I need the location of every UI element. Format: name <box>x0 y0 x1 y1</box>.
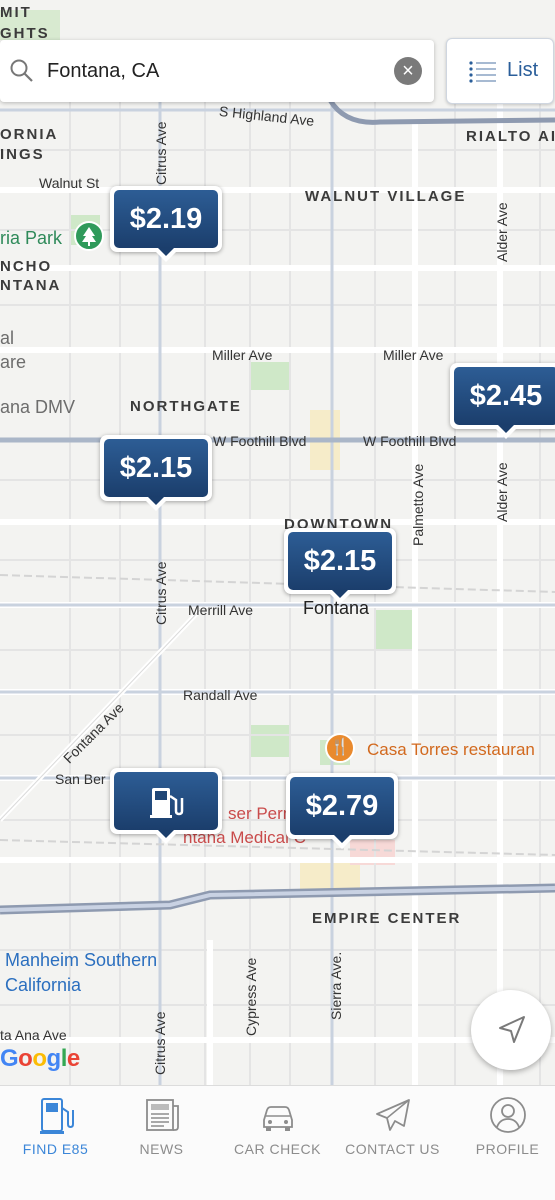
street-label-ta-ana: ta Ana Ave <box>0 1027 67 1043</box>
price-marker[interactable]: $2.19 <box>110 186 222 262</box>
place-ana-dmv[interactable]: ana DMV <box>0 397 75 418</box>
tab-profile[interactable]: PROFILE <box>452 1086 555 1200</box>
area-label-mit: MIT <box>0 4 32 21</box>
close-icon: × <box>402 60 414 82</box>
profile-icon <box>490 1097 526 1133</box>
price-label: $2.45 <box>454 367 555 425</box>
google-logo: Google <box>0 1045 80 1073</box>
car-icon <box>263 1106 293 1131</box>
park-pin-icon[interactable] <box>74 221 104 251</box>
list-view-button[interactable]: List <box>446 38 554 104</box>
street-label-citrus-top: Citrus Ave <box>153 121 169 185</box>
list-button-label: List <box>507 59 539 81</box>
street-label-randall: Randall Ave <box>183 687 258 703</box>
tab-find-e85[interactable]: FIND E85 <box>0 1086 111 1200</box>
street-label-cypress: Cypress Ave <box>243 957 259 1036</box>
navigation-arrow-icon <box>499 1016 525 1043</box>
area-label-walnut-village: WALNUT VILLAGE <box>305 188 467 205</box>
area-label-ncho: NCHO <box>0 258 53 275</box>
fuel-pump-icon <box>114 772 218 830</box>
street-label-miller-2: Miller Ave <box>383 347 444 363</box>
place-ria-park[interactable]: ria Park <box>0 228 62 249</box>
newspaper-icon <box>146 1099 179 1131</box>
tab-news[interactable]: NEWS <box>106 1086 217 1200</box>
tab-label: PROFILE <box>475 1141 540 1157</box>
search-input[interactable]: Fontana, CA <box>47 60 159 83</box>
tab-label: NEWS <box>139 1141 184 1157</box>
search-bar[interactable]: Fontana, CA × <box>0 40 434 102</box>
tab-label: FIND E85 <box>22 1141 89 1157</box>
restaurant-pin-icon[interactable]: 🍴 <box>325 733 355 763</box>
area-label-ings: INGS <box>0 146 45 163</box>
clear-search-button[interactable]: × <box>394 57 422 85</box>
street-label-citrus-mid: Citrus Ave <box>153 561 169 625</box>
place-al: al <box>0 328 15 348</box>
street-label-san-ber: San Ber <box>55 771 106 787</box>
tab-car-check[interactable]: CAR CHECK <box>222 1086 333 1200</box>
price-label: $2.15 <box>288 532 392 590</box>
price-marker[interactable]: $2.79 <box>286 773 398 849</box>
street-label-miller-1: Miller Ave <box>212 347 273 363</box>
price-marker[interactable]: $2.45 <box>450 363 555 439</box>
area-label-empire-center: EMPIRE CENTER <box>312 910 462 927</box>
locate-me-button[interactable] <box>471 990 551 1070</box>
price-label: $2.15 <box>104 439 208 497</box>
map[interactable]: MIT GHTS ORNIA INGS RIALTO AI WALNUT VIL… <box>0 0 555 1085</box>
tab-bar: FIND E85 NEWS CAR CHECK CONTACT US PROFI… <box>0 1085 555 1200</box>
area-label-ntana: NTANA <box>0 277 62 294</box>
price-marker[interactable]: $2.15 <box>100 435 212 511</box>
street-label-walnut: Walnut St <box>39 175 100 191</box>
area-label-rialto: RIALTO AI <box>466 128 555 145</box>
fuel-pump-icon <box>40 1098 74 1134</box>
place-are: are <box>0 352 27 372</box>
paper-plane-icon <box>376 1099 410 1131</box>
street-label-merrill: Merrill Ave <box>188 602 254 618</box>
list-icon <box>469 61 496 83</box>
tab-label: CAR CHECK <box>234 1141 321 1157</box>
tab-contact-us[interactable]: CONTACT US <box>337 1086 448 1200</box>
search-icon <box>10 59 33 82</box>
google-letter: g <box>46 1045 62 1072</box>
google-letter: e <box>66 1045 80 1072</box>
place-manheim-2[interactable]: California <box>5 975 81 996</box>
price-label: $2.79 <box>290 777 394 835</box>
street-label-alder-mid: Alder Ave <box>494 462 510 522</box>
street-label-palmetto: Palmetto Ave <box>410 463 426 546</box>
street-label-foothill-2: W Foothill Blvd <box>363 433 457 449</box>
tab-label: CONTACT US <box>345 1141 440 1157</box>
street-label-citrus-bottom: Citrus Ave <box>152 1011 168 1075</box>
price-marker[interactable]: $2.15 <box>284 528 396 604</box>
google-letter: o <box>32 1045 47 1072</box>
station-marker[interactable] <box>110 768 222 844</box>
price-label: $2.19 <box>114 190 218 248</box>
street-label-foothill-1: W Foothill Blvd <box>213 433 307 449</box>
street-label-alder-top: Alder Ave <box>494 202 510 262</box>
google-letter: G <box>0 1045 19 1072</box>
google-letter: o <box>18 1045 33 1072</box>
map-base <box>0 10 555 1085</box>
area-label-northgate: NORTHGATE <box>130 398 242 415</box>
area-label-ornia: ORNIA <box>0 126 59 143</box>
street-label-sierra: Sierra Ave. <box>328 951 344 1020</box>
place-manheim-1[interactable]: Manheim Southern <box>5 950 157 971</box>
place-casa-torres[interactable]: Casa Torres restauran <box>367 740 535 760</box>
